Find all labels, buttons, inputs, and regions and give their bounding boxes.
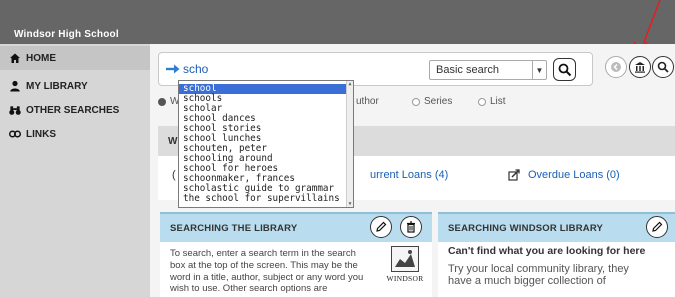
card-text-line: have a much bigger collection of (448, 275, 606, 288)
back-button[interactable] (605, 56, 627, 78)
windsor-logo: WINDSOR (385, 246, 425, 297)
logo-caption: WINDSOR (386, 274, 424, 283)
radio-dot (478, 97, 486, 106)
card-lead-text: Can't find what you are looking for here (448, 245, 646, 257)
search-type-value: Basic search (436, 64, 499, 76)
autocomplete-dropdown[interactable]: school schools scholar school dances sch… (178, 80, 354, 208)
card-body: To search, enter a search term in the se… (170, 248, 363, 295)
card-text-line: To search, enter a search term in the se… (170, 248, 356, 259)
delete-button[interactable] (400, 216, 422, 238)
sidebar-item-home[interactable]: HOME (0, 46, 150, 70)
overdue-icon (508, 168, 520, 186)
gear-search-icon (657, 61, 669, 73)
card-text-line: box at the top of the screen. This may b… (170, 259, 358, 271)
arrow-right-icon (166, 64, 180, 74)
radio-option[interactable]: uthor (356, 96, 379, 107)
home-icon (9, 52, 21, 64)
sidebar-item-my-library[interactable]: MY LIBRARY (0, 74, 150, 98)
card-title: SEARCHING WINDSOR LIBRARY (438, 212, 675, 242)
sidebar-item-label: OTHER SEARCHES (26, 104, 120, 116)
scroll-up-icon[interactable]: ▲ (347, 81, 353, 87)
overdue-loans-link[interactable]: Overdue Loans (0) (528, 169, 620, 181)
pencil-icon (376, 221, 387, 232)
radio-label: List (490, 96, 506, 107)
sidebar-item-other-searches[interactable]: OTHER SEARCHES (0, 98, 150, 122)
radio-dot (158, 97, 166, 106)
binoculars-icon (9, 104, 21, 116)
trash-icon (407, 221, 415, 233)
settings-button[interactable] (652, 56, 674, 78)
radio-label: Series (424, 96, 453, 107)
sidebar-item-label: HOME (26, 52, 56, 64)
searching-library-card: SEARCHING THE LIBRARY To search, enter a… (160, 212, 432, 297)
link-icon (9, 128, 21, 140)
scroll-down-icon[interactable]: ▼ (347, 201, 353, 207)
edit-button[interactable] (370, 216, 392, 238)
school-name: Windsor High School (14, 29, 119, 40)
card-text-line: wish to use. Other search options are (170, 283, 328, 295)
library-button[interactable] (629, 56, 651, 78)
sidebar: HOME MY LIBRARY OTHER SEARCHES LINKS (0, 44, 150, 297)
radio-option[interactable]: W (158, 96, 179, 107)
top-header-bar: Windsor High School (0, 0, 675, 44)
pencil-icon (652, 221, 663, 232)
person-icon (9, 80, 21, 92)
library-building-icon (635, 62, 645, 73)
sidebar-item-links[interactable]: LINKS (0, 122, 150, 146)
radio-dot (412, 97, 420, 106)
back-icon (611, 62, 621, 72)
card-text-line: Try your local community library, they (448, 262, 629, 275)
sidebar-item-label: MY LIBRARY (26, 80, 88, 92)
searching-windsor-library-card: SEARCHING WINDSOR LIBRARY Can't find wha… (438, 212, 675, 297)
radio-label: uthor (356, 96, 379, 107)
magnifier-icon (558, 63, 571, 76)
search-button[interactable] (553, 58, 576, 81)
card-text-line: word in a title, author, subject or any … (170, 271, 364, 283)
edit-button[interactable] (646, 216, 668, 238)
current-loans-link[interactable]: urrent Loans (4) (370, 169, 448, 181)
search-query-text: scho (183, 62, 209, 76)
autocomplete-scrollbar[interactable]: ▲ ▼ (346, 81, 353, 207)
card-body: Can't find what you are looking for here… (448, 245, 646, 288)
chevron-down-icon: ▼ (532, 61, 546, 79)
tab-partial-label: W (168, 136, 178, 147)
sidebar-item-label: LINKS (26, 128, 56, 140)
windsor-logo-emblem-icon (391, 246, 419, 272)
radio-option[interactable]: List (478, 96, 506, 107)
radio-option[interactable]: Series (412, 96, 452, 107)
loans-paren: ( (172, 169, 176, 181)
search-type-select[interactable]: Basic search ▼ (429, 60, 547, 80)
autocomplete-item[interactable]: the school for supervillains (179, 194, 347, 204)
